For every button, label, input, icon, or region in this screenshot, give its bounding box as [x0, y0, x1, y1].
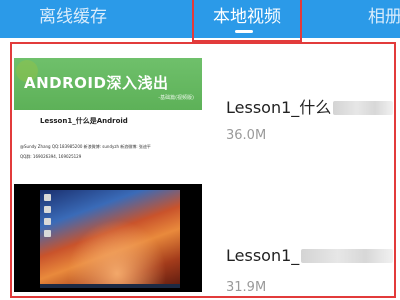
- annotation-box-tab: [192, 0, 302, 42]
- video-size: 31.9M: [226, 280, 267, 295]
- desktop-wallpaper: [40, 190, 180, 288]
- video-thumbnail[interactable]: ANDROID深入浅出 -基础篇(视频版) Lesson1_什么是Android…: [14, 58, 202, 166]
- slide-lesson-title: Lesson1_什么是Android: [40, 117, 128, 125]
- video-title[interactable]: Lesson1_: [226, 246, 394, 265]
- desktop-icon: [44, 206, 51, 213]
- video-item[interactable]: Lesson1_ 31.9M: [12, 180, 394, 298]
- desktop-taskbar: [40, 284, 180, 288]
- video-size: 36.0M: [226, 128, 267, 143]
- desktop-icon: [44, 218, 51, 225]
- slide-heading: ANDROID深入浅出: [24, 74, 169, 92]
- blurred-text: [333, 101, 394, 115]
- tab-offline-cache[interactable]: 离线缓存: [18, 0, 128, 38]
- slide-footer-contact: @Sundy Zhang QQ:183985200 新浪微博: sundyzh …: [20, 144, 151, 149]
- slide-banner: ANDROID深入浅出 -基础篇(视频版): [14, 58, 202, 110]
- video-title-text: Lesson1_: [226, 246, 300, 265]
- video-item[interactable]: ANDROID深入浅出 -基础篇(视频版) Lesson1_什么是Android…: [12, 54, 394, 172]
- blurred-text: [301, 249, 394, 263]
- video-title-text: Lesson1_什么: [226, 98, 332, 117]
- video-title[interactable]: Lesson1_什么: [226, 94, 394, 118]
- tab-album[interactable]: 相册: [368, 0, 400, 38]
- desktop-icon: [44, 230, 51, 237]
- slide-footer-qq: QQ群: 169026394, 169025129: [20, 154, 82, 159]
- video-thumbnail[interactable]: [14, 184, 202, 292]
- video-list: ANDROID深入浅出 -基础篇(视频版) Lesson1_什么是Android…: [10, 42, 396, 298]
- slide-subheading: -基础篇(视频版): [158, 95, 194, 101]
- desktop-icon: [44, 194, 51, 201]
